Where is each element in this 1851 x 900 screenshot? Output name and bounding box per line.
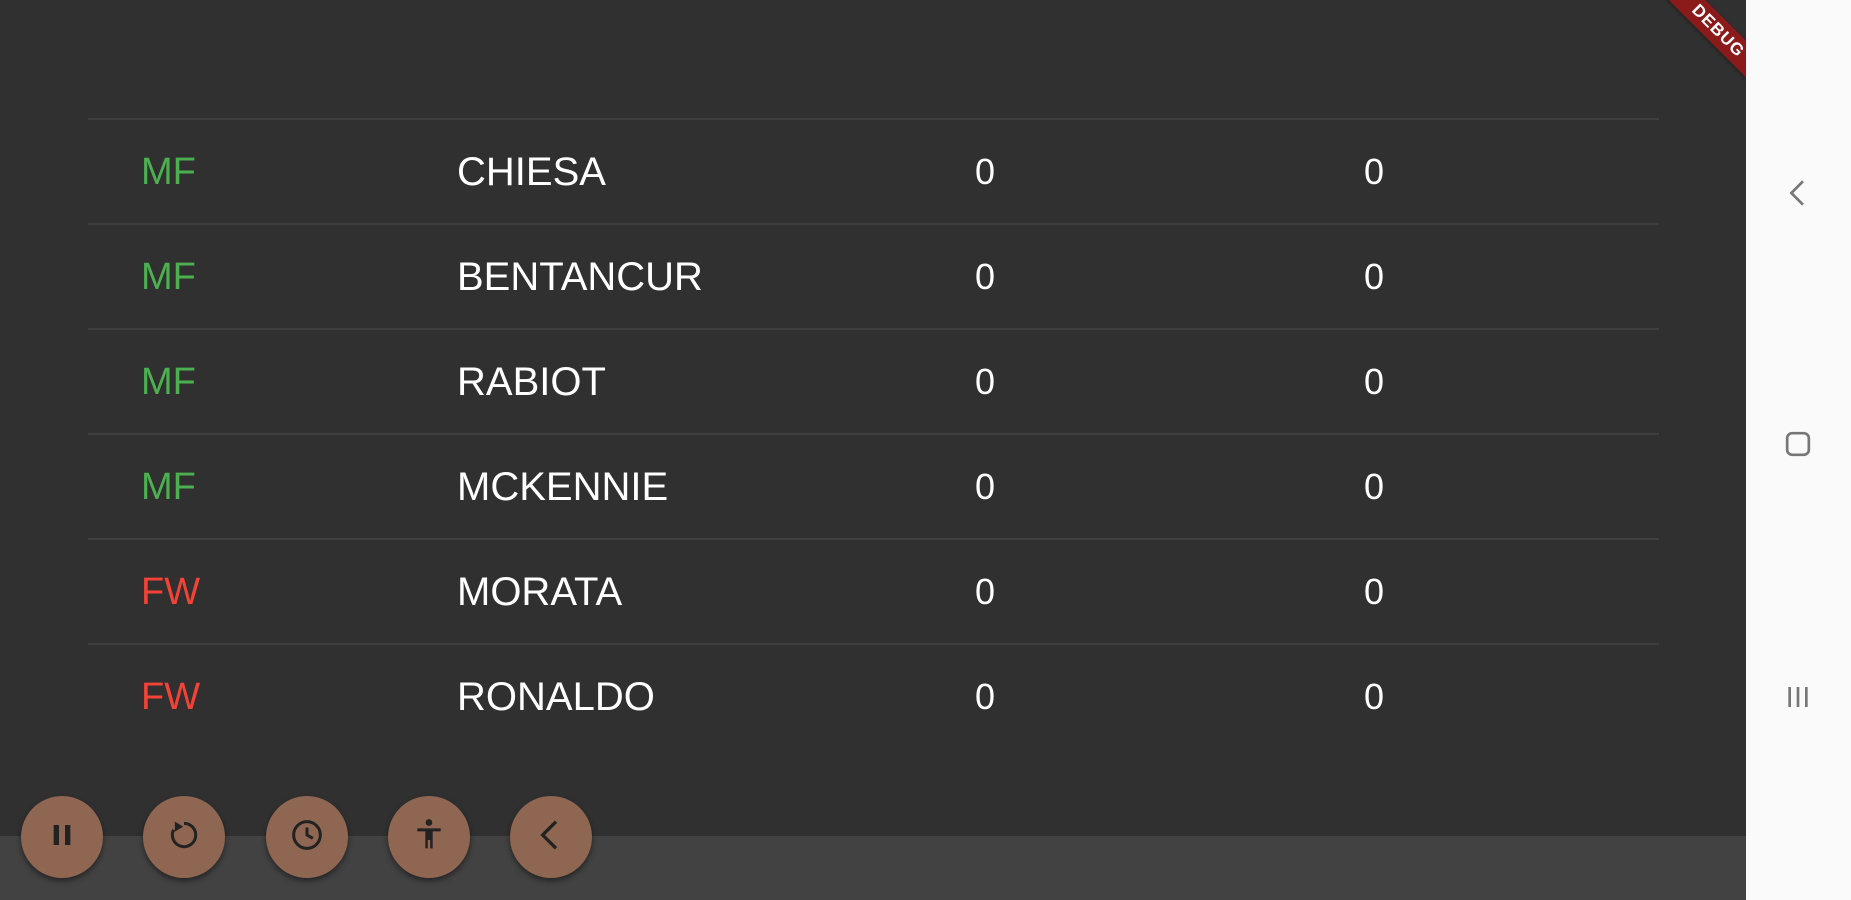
table-row[interactable]: FW RONALDO 0 0 bbox=[88, 643, 1659, 748]
restart-icon bbox=[164, 815, 204, 860]
position-label: MF bbox=[141, 360, 196, 403]
accessibility-icon bbox=[409, 815, 449, 860]
stat-value: 0 bbox=[1363, 150, 1385, 192]
restart-button[interactable] bbox=[143, 796, 225, 878]
pause-icon bbox=[42, 815, 82, 860]
back-chevron-icon bbox=[531, 815, 571, 860]
pause-button[interactable] bbox=[21, 796, 103, 878]
player-name: BENTANCUR bbox=[457, 254, 703, 299]
player-name: RONALDO bbox=[457, 674, 655, 719]
stat-value: 0 bbox=[974, 570, 996, 612]
accessibility-button[interactable] bbox=[388, 796, 470, 878]
position-label: MF bbox=[141, 255, 196, 298]
player-table: MF CHIESA 0 0 MF BENTANCUR 0 0 MF RABIOT… bbox=[88, 118, 1659, 748]
table-row[interactable]: MF BENTANCUR 0 0 bbox=[88, 223, 1659, 328]
table-row[interactable]: MF CHIESA 0 0 bbox=[88, 118, 1659, 223]
recents-icon bbox=[1778, 677, 1818, 722]
clock-icon bbox=[287, 815, 327, 860]
nav-back-button[interactable] bbox=[1773, 170, 1823, 220]
table-row[interactable]: MF RABIOT 0 0 bbox=[88, 328, 1659, 433]
stat-value: 0 bbox=[974, 360, 996, 402]
position-label: FW bbox=[141, 570, 201, 613]
position-label: FW bbox=[141, 675, 201, 718]
position-label: MF bbox=[141, 465, 196, 508]
table-row[interactable]: MF MCKENNIE 0 0 bbox=[88, 433, 1659, 538]
stat-value: 0 bbox=[1363, 255, 1385, 297]
debug-banner: DEBUG bbox=[1652, 0, 1746, 97]
position-label: MF bbox=[141, 150, 196, 193]
stat-value: 0 bbox=[974, 150, 996, 192]
player-name: MCKENNIE bbox=[457, 464, 669, 509]
stat-value: 0 bbox=[1363, 675, 1385, 717]
stat-value: 0 bbox=[974, 465, 996, 507]
stat-value: 0 bbox=[1363, 570, 1385, 612]
table-row[interactable]: FW MORATA 0 0 bbox=[88, 538, 1659, 643]
player-name: CHIESA bbox=[457, 149, 606, 194]
nav-recents-button[interactable] bbox=[1773, 674, 1823, 724]
back-button[interactable] bbox=[510, 796, 592, 878]
timer-button[interactable] bbox=[266, 796, 348, 878]
player-name: MORATA bbox=[457, 569, 623, 614]
bottom-bar bbox=[0, 836, 1746, 900]
player-name: RABIOT bbox=[457, 359, 606, 404]
stat-value: 0 bbox=[974, 675, 996, 717]
home-icon bbox=[1778, 424, 1818, 469]
app-screen: MF CHIESA 0 0 MF BENTANCUR 0 0 MF RABIOT… bbox=[0, 0, 1746, 900]
stat-value: 0 bbox=[1363, 360, 1385, 402]
stat-value: 0 bbox=[974, 255, 996, 297]
nav-home-button[interactable] bbox=[1773, 421, 1823, 471]
system-nav-bar bbox=[1746, 0, 1851, 900]
back-icon bbox=[1778, 173, 1818, 218]
stat-value: 0 bbox=[1363, 465, 1385, 507]
